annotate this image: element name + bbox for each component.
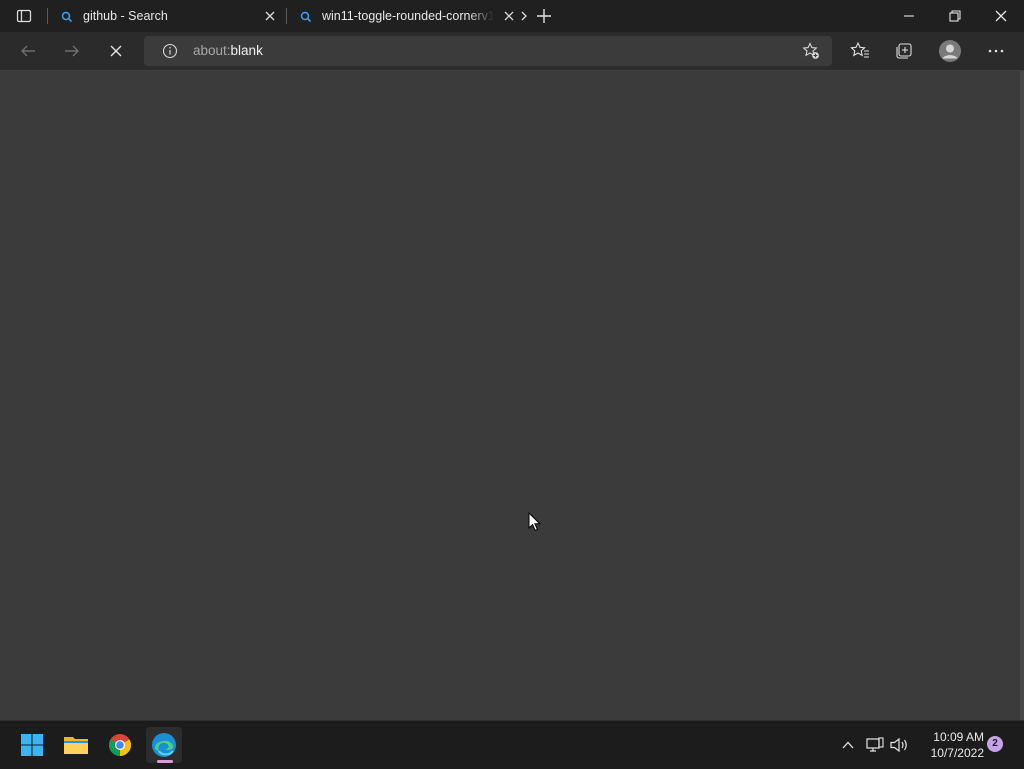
more-icon[interactable] [984, 39, 1008, 63]
close-tab-icon[interactable] [502, 9, 516, 23]
collections-icon[interactable] [892, 39, 916, 63]
tab-strip: github - Search win11-toggle-rounded-cor… [0, 0, 1024, 32]
url-scheme: about: [193, 43, 231, 58]
clock-date: 10/7/2022 [930, 746, 984, 760]
page-content[interactable] [0, 71, 1020, 720]
add-favorite-icon[interactable] [802, 42, 820, 65]
file-explorer-icon[interactable] [58, 727, 94, 763]
tab-win11-toggle[interactable]: win11-toggle-rounded-cornerv1 [286, 0, 530, 32]
chrome-icon[interactable] [102, 727, 138, 763]
info-icon[interactable] [162, 43, 178, 64]
favorites-icon[interactable] [848, 39, 872, 63]
chevron-right-icon[interactable] [519, 9, 529, 23]
start-button[interactable] [14, 727, 50, 763]
chevron-up-icon[interactable] [838, 735, 858, 755]
profile-avatar[interactable] [938, 39, 962, 63]
volume-icon[interactable] [890, 735, 910, 755]
address-bar[interactable]: about:blank [144, 36, 832, 66]
url-path: blank [230, 43, 263, 58]
minimize-button[interactable] [886, 0, 932, 32]
notification-badge[interactable]: 2 [987, 736, 1003, 752]
tab-title: win11-toggle-rounded-cornerv1 [322, 9, 494, 23]
network-icon[interactable] [865, 735, 885, 755]
edge-icon[interactable] [146, 727, 182, 763]
system-clock[interactable]: 10:09 AM 10/7/2022 [914, 729, 984, 761]
tab-github-search[interactable]: github - Search [47, 0, 285, 32]
restore-button[interactable] [932, 0, 978, 32]
back-arrow-icon[interactable] [16, 39, 40, 63]
stop-icon[interactable] [104, 39, 128, 63]
tab-actions-icon[interactable] [10, 6, 38, 26]
taskbar: 10:09 AM 10/7/2022 [0, 720, 1024, 769]
close-window-button[interactable] [978, 0, 1024, 32]
plus-icon[interactable] [535, 7, 553, 25]
tab-title: github - Search [83, 9, 168, 23]
address-url[interactable]: about:blank [193, 43, 263, 58]
search-icon [61, 10, 73, 28]
navigation-toolbar: about:blank [0, 32, 1024, 71]
search-icon [300, 10, 312, 28]
mouse-cursor-icon [528, 511, 542, 537]
forward-arrow-icon[interactable] [60, 39, 84, 63]
close-tab-icon[interactable] [263, 9, 277, 23]
clock-time: 10:09 AM [933, 730, 984, 744]
active-app-indicator [157, 760, 173, 763]
window-edge [1020, 71, 1024, 720]
